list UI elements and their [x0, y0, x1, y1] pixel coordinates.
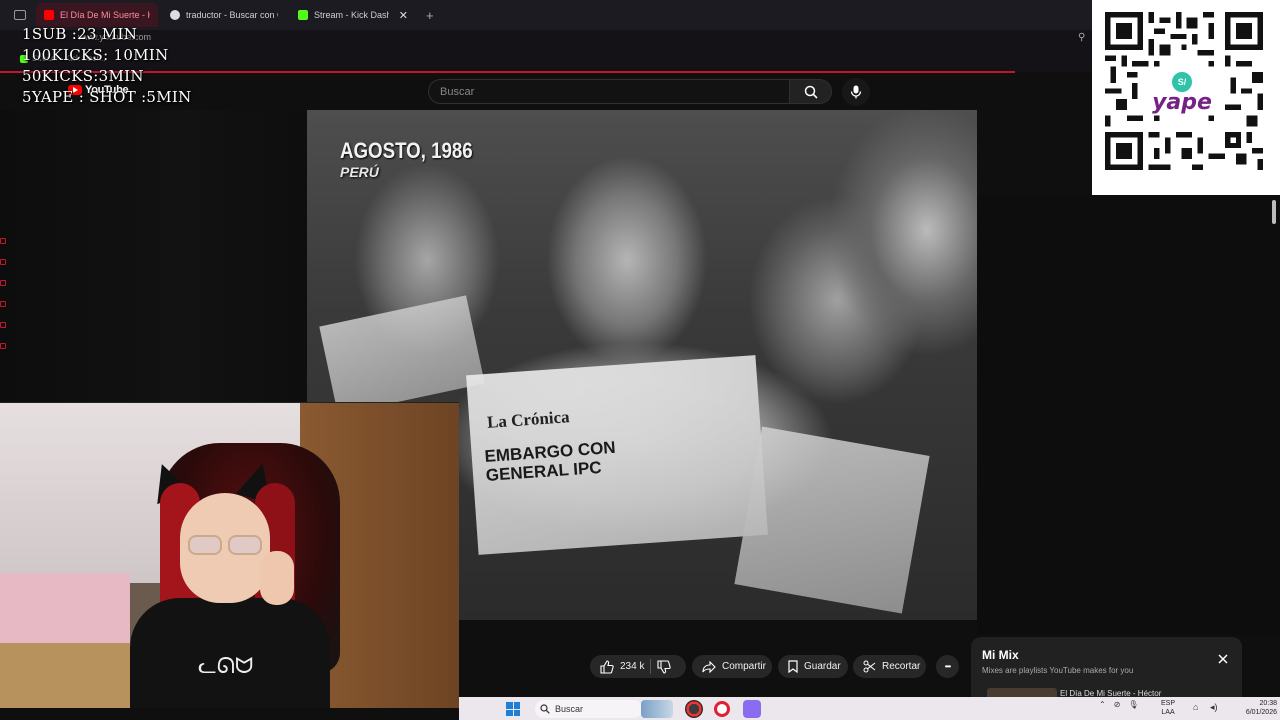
like-dislike-group: 234 k [590, 655, 686, 678]
cat-print-icon: ᓚᘏᗢ [198, 653, 254, 678]
mix-title: Mi Mix [982, 648, 1019, 662]
tab-list-icon[interactable] [14, 10, 26, 20]
like-count[interactable]: 234 k [620, 661, 644, 672]
newspaper-right [734, 426, 930, 614]
volume-icon[interactable]: ◂) [1210, 702, 1218, 713]
search-icon [804, 85, 818, 99]
microphone-icon [850, 85, 862, 99]
tray-mic-icon[interactable]: 🎙 [1128, 700, 1138, 709]
google-favicon-icon [170, 10, 180, 20]
video-caption-place: PERÚ [340, 164, 379, 180]
search-button[interactable] [790, 79, 832, 104]
more-icon: ••• [944, 662, 951, 671]
search-input[interactable] [440, 85, 789, 98]
language-code: ESP [1161, 700, 1176, 707]
clip-label: Recortar [882, 661, 921, 672]
clock-date: 6/01/2026 [1245, 709, 1277, 716]
search-icon [540, 704, 550, 714]
input-language[interactable]: ESP LAA [1161, 699, 1175, 717]
clock-time: 20:38 [1259, 700, 1277, 707]
language-layout: LAA [1161, 709, 1175, 716]
taskbar-widget-icon[interactable] [641, 700, 673, 718]
clip-button[interactable]: Recortar [853, 655, 926, 678]
more-actions-button[interactable]: ••• [936, 655, 959, 678]
tray-chevron-icon[interactable]: ⌃ [1099, 700, 1106, 709]
windows-taskbar: Buscar ⌃ ⊘ 🎙 ESP LAA ⌂ ◂) 20:38 6/01/202… [459, 697, 1280, 720]
video-actions-row: 234 k Compartir Guardar Recortar ••• [459, 645, 971, 690]
page-scrollbar[interactable] [1272, 200, 1276, 224]
pin-icon[interactable]: ⚲ [1078, 32, 1088, 44]
overlay-line: 1SUB :23 MIN [22, 25, 138, 43]
screen: El Día De Mi Suerte - Héct traductor - B… [0, 0, 1280, 720]
save-button[interactable]: Guardar [778, 655, 848, 678]
tab-kick[interactable]: Stream - Kick Dashboa ✕ [290, 3, 416, 27]
yape-wordmark: yape [1152, 89, 1212, 115]
streamer-hand [260, 551, 294, 605]
thumbs-up-icon[interactable] [600, 659, 614, 674]
bookmark-icon [788, 660, 798, 673]
mix-panel: Mi Mix Mixes are playlists YouTube makes… [971, 637, 1242, 698]
close-icon[interactable] [1217, 653, 1229, 665]
windows-start-icon[interactable] [506, 702, 520, 716]
stream-overlay-rules: 1SUB :23 MIN 100KICKS: 10MIN 50KICKS:3MI… [22, 24, 192, 108]
thumbs-down-icon[interactable] [657, 659, 672, 674]
streamer: ᓚᘏᗢ [120, 457, 340, 708]
youtube-favicon-icon [44, 10, 54, 20]
page-right-background [977, 195, 1280, 635]
like-separator [650, 659, 652, 674]
discord-icon[interactable] [743, 700, 761, 718]
taskbar-search[interactable]: Buscar [535, 700, 643, 718]
overlay-line: 5YAPE : SHOT :5MIN [22, 88, 192, 106]
yape-logo: S/ yape [1144, 62, 1220, 122]
video-caption-date: AGOSTO, 1986 [340, 138, 473, 163]
tray-network-icon[interactable]: ⊘ [1114, 700, 1121, 709]
scissors-icon [863, 660, 876, 673]
save-label: Guardar [804, 661, 841, 672]
system-tray: ⌃ ⊘ 🎙 [1099, 700, 1139, 709]
tab-title: Stream - Kick Dashboa [314, 10, 389, 20]
share-button[interactable]: Compartir [692, 655, 772, 678]
kick-favicon-icon [298, 10, 308, 20]
share-icon [702, 660, 716, 673]
side-markers [0, 238, 8, 364]
taskbar-app-icon[interactable] [685, 700, 703, 718]
wifi-icon[interactable]: ⌂ [1193, 702, 1198, 712]
page-left-background [0, 110, 307, 405]
overlay-line: 50KICKS:3MIN [22, 67, 144, 85]
overlay-line: 100KICKS: 10MIN [22, 46, 169, 64]
search-box [428, 79, 790, 104]
clock[interactable]: 20:38 6/01/2026 [1237, 699, 1277, 717]
opera-browser-icon[interactable] [714, 701, 730, 717]
glasses [188, 535, 264, 555]
share-label: Compartir [722, 661, 766, 672]
mix-subtitle: Mixes are playlists YouTube makes for yo… [982, 666, 1134, 675]
close-tab-icon[interactable]: ✕ [399, 9, 408, 22]
tab-title: traductor - Buscar con Go [186, 10, 278, 20]
tab-title: El Día De Mi Suerte - Héct [60, 10, 150, 20]
taskbar-search-label: Buscar [555, 704, 584, 714]
webcam-feed: ᓚᘏᗢ [0, 402, 459, 708]
voice-search-button[interactable] [842, 78, 870, 106]
mix-item-thumbnail[interactable] [987, 688, 1057, 697]
new-tab-icon[interactable]: + [420, 8, 440, 23]
webcam-bed [0, 573, 130, 653]
video-caption: AGOSTO, 1986 PERÚ [340, 138, 496, 180]
